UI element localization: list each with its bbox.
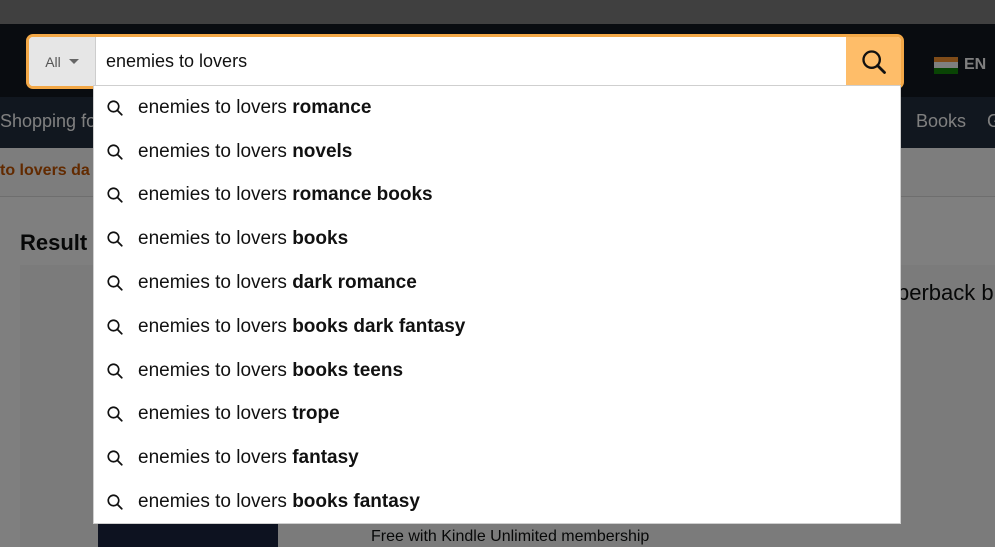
suggestion-prefix: enemies to lovers	[138, 272, 293, 294]
suggestion-suffix: fantasy	[292, 447, 359, 469]
suggestion-item[interactable]: enemies to lovers books	[94, 217, 900, 261]
suggestion-prefix: enemies to lovers	[138, 184, 293, 206]
search-icon	[861, 49, 886, 74]
suggestion-suffix: books dark fantasy	[292, 315, 466, 337]
suggestion-item[interactable]: enemies to lovers trope	[94, 393, 900, 437]
suggestion-prefix: enemies to lovers	[138, 228, 293, 250]
suggestion-item[interactable]: enemies to lovers novels	[94, 130, 900, 174]
search-icon	[106, 229, 126, 249]
suggestion-suffix: romance	[292, 96, 372, 118]
search-icon	[106, 98, 126, 118]
suggestion-prefix: enemies to lovers	[138, 359, 293, 381]
suggestion-suffix: trope	[292, 403, 340, 425]
suggestion-prefix: enemies to lovers	[138, 491, 293, 513]
suggestion-suffix: romance books	[292, 184, 433, 206]
search-icon	[106, 404, 126, 424]
search-button[interactable]	[846, 37, 901, 86]
search-icon	[106, 142, 126, 162]
suggestion-item[interactable]: enemies to lovers books teens	[94, 349, 900, 393]
suggestion-prefix: enemies to lovers	[138, 140, 293, 162]
search-icon	[106, 317, 126, 337]
search-icon	[106, 448, 126, 468]
suggestion-suffix: books fantasy	[292, 491, 420, 513]
search-icon	[106, 185, 126, 205]
search-input[interactable]	[96, 37, 846, 86]
suggestion-item[interactable]: enemies to lovers books fantasy	[94, 480, 900, 524]
suggestion-item[interactable]: enemies to lovers fantasy	[94, 436, 900, 480]
search-icon	[106, 492, 126, 512]
search-scope-label: All	[45, 53, 61, 70]
suggestion-item[interactable]: enemies to lovers books dark fantasy	[94, 305, 900, 349]
suggestion-prefix: enemies to lovers	[138, 403, 293, 425]
suggestion-suffix: books	[292, 228, 349, 250]
suggestion-prefix: enemies to lovers	[138, 315, 293, 337]
search-scope-dropdown[interactable]: All	[29, 37, 96, 86]
suggestion-prefix: enemies to lovers	[138, 447, 293, 469]
search-suggestions-dropdown: enemies to lovers romance enemies to love…	[93, 85, 901, 524]
suggestion-suffix: books teens	[292, 359, 404, 381]
suggestion-prefix: enemies to lovers	[138, 96, 293, 118]
suggestion-item[interactable]: enemies to lovers romance	[94, 86, 900, 130]
suggestion-suffix: novels	[292, 140, 353, 162]
search-bar: All	[26, 34, 904, 89]
caret-down-icon	[68, 59, 79, 64]
search-icon	[106, 361, 126, 381]
suggestion-item[interactable]: enemies to lovers romance books	[94, 174, 900, 218]
suggestion-item[interactable]: enemies to lovers dark romance	[94, 261, 900, 305]
suggestion-suffix: dark romance	[292, 272, 417, 294]
search-icon	[106, 273, 126, 293]
